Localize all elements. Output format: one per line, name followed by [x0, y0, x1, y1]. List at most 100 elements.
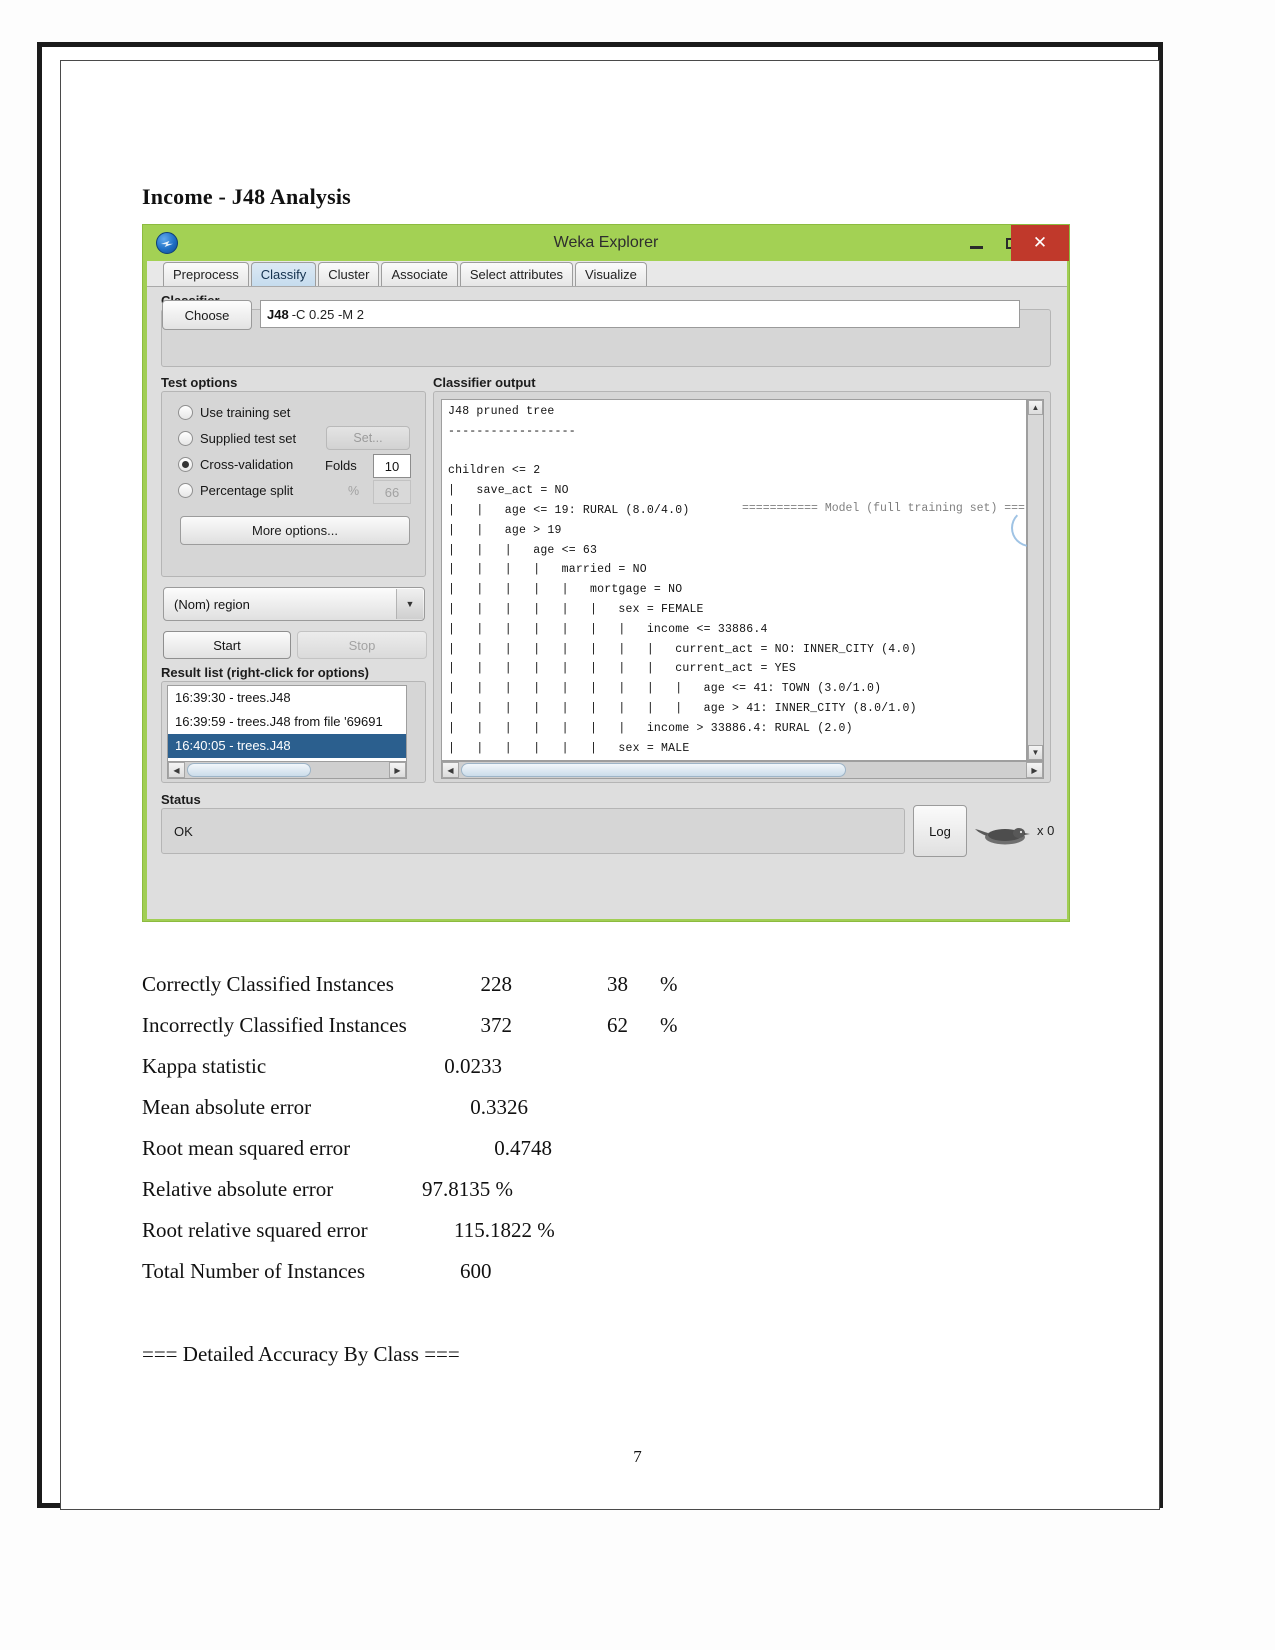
choose-button[interactable]: Choose [162, 300, 252, 330]
radio-label-use-training-set: Use training set [200, 405, 291, 420]
weka-bird-icon[interactable] [975, 820, 1031, 846]
tab-classify[interactable]: Classify [250, 262, 317, 286]
tab-cluster[interactable]: Cluster [318, 262, 380, 286]
stat-value-count: 372 [480, 1013, 513, 1037]
stat-value: 600 [460, 1259, 492, 1283]
stat-label: Total Number of Instances [142, 1259, 366, 1283]
stat-label: Root relative squared error [142, 1218, 368, 1242]
stop-button: Stop [297, 631, 427, 659]
radio-icon-cross-validation [178, 457, 193, 472]
classifier-output-vertical-scrollbar[interactable]: ▲ ▼ [1027, 399, 1044, 761]
status-bar: OK [161, 808, 905, 854]
classifier-scheme-name: J48 [267, 306, 289, 322]
result-list-horizontal-scrollbar[interactable]: ◀ ▶ [167, 761, 407, 779]
classifier-output-horizontal-scrollbar[interactable]: ◀ ▶ [441, 761, 1044, 779]
radio-icon-supplied-test-set [178, 431, 193, 446]
list-item[interactable]: 16:40:05 - trees.J48 [168, 734, 406, 758]
stat-label: Kappa statistic [142, 1054, 267, 1078]
status-label: Status [161, 792, 201, 807]
more-options-button[interactable]: More options... [180, 516, 410, 545]
stat-label: Correctly Classified Instances [142, 972, 394, 996]
scroll-left-icon[interactable]: ◀ [168, 762, 185, 778]
radio-label-supplied-test-set: Supplied test set [200, 431, 297, 446]
radio-use-training-set[interactable]: Use training set [178, 405, 290, 420]
tab-visualize[interactable]: Visualize [575, 262, 647, 286]
stat-label: Mean absolute error [142, 1095, 312, 1119]
radio-percentage-split[interactable]: Percentage split [178, 483, 293, 498]
minimize-icon [969, 245, 983, 249]
scroll-right-icon[interactable]: ▶ [389, 762, 406, 778]
detailed-accuracy-heading: === Detailed Accuracy By Class === [142, 1342, 460, 1366]
stat-value-percent: 38 [607, 972, 628, 996]
folds-label: Folds [325, 458, 357, 473]
stat-value: 115.1822 % [454, 1218, 555, 1242]
result-list[interactable]: 16:39:30 - trees.J48 16:39:59 - trees.J4… [167, 685, 407, 763]
classifier-output-clipped-line: =========== Model (full training set) ==… [742, 502, 1025, 515]
test-options-box: Use training set Supplied test set Cross… [161, 391, 426, 577]
stat-value-percent: 62 [607, 1013, 628, 1037]
percent-sign-label: % [348, 484, 360, 498]
scroll-track[interactable] [459, 762, 1026, 778]
weka-explorer-window: Weka Explorer ✕ Preprocess Classify Clus… [142, 224, 1070, 922]
radio-icon-use-training-set [178, 405, 193, 420]
close-button[interactable]: ✕ [1011, 225, 1069, 261]
classifier-output-text: J48 pruned tree ------------------ child… [448, 405, 917, 755]
bird-count-label: x 0 [1037, 823, 1055, 838]
scroll-down-icon[interactable]: ▼ [1028, 745, 1043, 760]
list-item[interactable]: 16:39:30 - trees.J48 [168, 686, 406, 710]
stat-value: 0.0233 [444, 1054, 502, 1078]
radio-supplied-test-set[interactable]: Supplied test set [178, 431, 296, 446]
window-title: Weka Explorer [553, 234, 659, 251]
tab-associate[interactable]: Associate [381, 262, 458, 286]
tab-select-attributes[interactable]: Select attributes [459, 262, 574, 286]
log-button[interactable]: Log [913, 805, 967, 857]
classifier-scheme-field[interactable]: J48 -C 0.25 -M 2 [260, 300, 1020, 328]
class-attribute-dropdown[interactable]: (Nom) region ▼ [163, 587, 425, 621]
scroll-left-icon[interactable]: ◀ [442, 762, 459, 778]
scroll-thumb[interactable] [461, 763, 846, 777]
window-titlebar: Weka Explorer ✕ [143, 225, 1069, 261]
stat-label: Incorrectly Classified Instances [142, 1013, 407, 1037]
page-title: Income - J48 Analysis [142, 184, 351, 209]
statistics-block: Correctly Classified Instances 228 38 % … [142, 972, 962, 1300]
stat-value: 0.3326 [470, 1095, 528, 1119]
result-list-label: Result list (right-click for options) [161, 665, 370, 680]
scroll-thumb[interactable] [187, 763, 311, 777]
minimize-button[interactable] [957, 225, 995, 261]
list-item[interactable]: 16:39:59 - trees.J48 from file '69691 [168, 710, 406, 734]
classifier-output-label: Classifier output [433, 375, 536, 390]
close-icon: ✕ [1032, 233, 1048, 252]
classifier-output-textarea[interactable]: =========== Model (full training set) ==… [441, 399, 1027, 761]
scroll-up-icon[interactable]: ▲ [1028, 400, 1043, 415]
table-row: Relative absolute error 97.8135 % [142, 1177, 962, 1218]
stat-label: Relative absolute error [142, 1177, 334, 1201]
percentage-split-input[interactable]: 66 [373, 480, 411, 504]
chevron-down-icon: ▼ [396, 589, 423, 619]
stat-value-unit: % [660, 972, 678, 996]
start-button[interactable]: Start [163, 631, 291, 659]
page-number: 7 [633, 1447, 642, 1466]
stat-label: Root mean squared error [142, 1136, 351, 1160]
stat-value-unit: % [660, 1013, 678, 1037]
table-row: Total Number of Instances 600 [142, 1259, 962, 1300]
table-row: Incorrectly Classified Instances 372 62 … [142, 1013, 962, 1054]
table-row: Correctly Classified Instances 228 38 % [142, 972, 962, 1013]
stat-value: 0.4748 [494, 1136, 552, 1160]
set-button[interactable]: Set... [326, 426, 410, 450]
tab-preprocess[interactable]: Preprocess [163, 262, 249, 286]
table-row: Mean absolute error 0.3326 [142, 1095, 962, 1136]
weka-bird-logo-icon [156, 232, 178, 254]
classify-panel: Classifier Choose J48 -C 0.25 -M 2 Test … [147, 287, 1067, 919]
radio-cross-validation[interactable]: Cross-validation [178, 457, 293, 472]
folds-input[interactable]: 10 [373, 454, 411, 478]
table-row: Kappa statistic 0.0233 [142, 1054, 962, 1095]
scroll-right-icon[interactable]: ▶ [1026, 762, 1043, 778]
stat-value-count: 228 [480, 972, 513, 996]
page-content: Income - J48 Analysis Weka Explorer ✕ Pr… [0, 0, 1275, 1650]
tab-bar: Preprocess Classify Cluster Associate Se… [147, 261, 1067, 287]
scroll-track[interactable] [185, 762, 389, 778]
table-row: Root mean squared error 0.4748 [142, 1136, 962, 1177]
radio-label-cross-validation: Cross-validation [200, 457, 294, 472]
classifier-scheme-options: -C 0.25 -M 2 [291, 306, 364, 322]
radio-label-percentage-split: Percentage split [200, 483, 294, 498]
